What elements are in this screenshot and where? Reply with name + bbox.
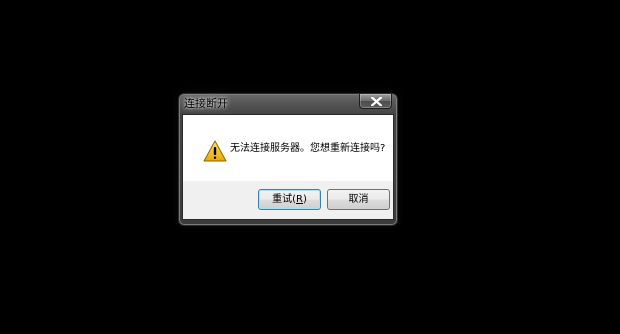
dialog-client-area: 无法连接服务器。您想重新连接吗? 重试(R) 取消 (182, 114, 394, 220)
dialog-titlebar[interactable]: 连接断开 (179, 94, 397, 113)
desktop-background: 连接断开 无法连接服务器。您想重新连接吗? 重试(R) 取消 (0, 0, 620, 334)
warning-icon (203, 140, 227, 162)
retry-button-mnemonic: R (296, 194, 303, 205)
retry-button-label: 重试( (272, 194, 297, 205)
dialog-button-bar: 重试(R) 取消 (183, 181, 393, 219)
dialog-content: 无法连接服务器。您想重新连接吗? (183, 115, 393, 181)
retry-button[interactable]: 重试(R) (258, 189, 321, 210)
retry-button-suffix: ) (302, 194, 307, 205)
dialog-title: 连接断开 (184, 97, 228, 110)
close-button[interactable] (359, 94, 392, 109)
cancel-button[interactable]: 取消 (327, 189, 390, 210)
close-icon (371, 97, 382, 106)
dialog-message: 无法连接服务器。您想重新连接吗? (230, 143, 386, 154)
connection-lost-dialog: 连接断开 无法连接服务器。您想重新连接吗? 重试(R) 取消 (178, 93, 398, 226)
